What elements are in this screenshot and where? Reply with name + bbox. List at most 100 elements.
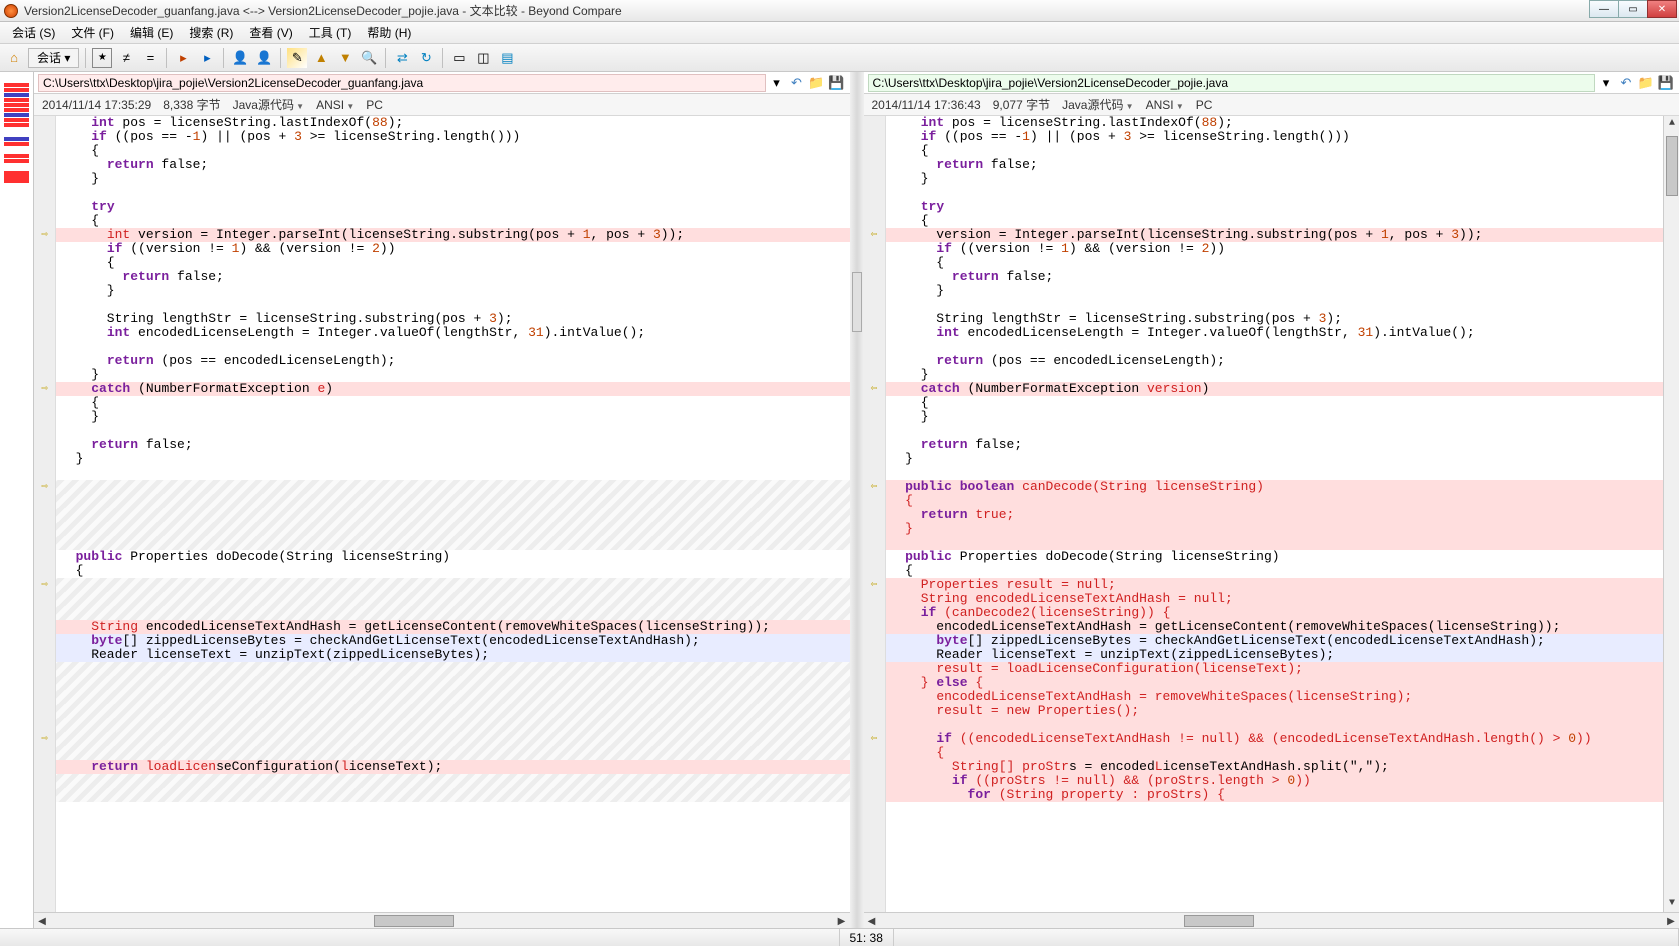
code-line[interactable]: return false; [886, 438, 1664, 452]
all-icon[interactable]: ★ [92, 48, 112, 68]
code-line[interactable] [886, 424, 1664, 438]
code-line[interactable]: Reader licenseText = unzipText(zippedLic… [886, 648, 1664, 662]
code-line[interactable] [56, 732, 850, 746]
menu-search[interactable]: 搜索 (R) [181, 24, 241, 41]
code-line[interactable] [56, 746, 850, 760]
code-line[interactable]: { [56, 564, 850, 578]
swap-icon[interactable]: ⇄ [392, 48, 412, 68]
code-line[interactable]: Reader licenseText = unzipText(zippedLic… [56, 648, 850, 662]
code-line[interactable]: { [886, 746, 1664, 760]
code-line[interactable] [56, 718, 850, 732]
left-filetype[interactable]: Java源代码 [233, 96, 305, 113]
code-line[interactable]: } [886, 172, 1664, 186]
diff-icon[interactable]: ≠ [116, 48, 136, 68]
code-line[interactable]: } [56, 284, 850, 298]
layout2-icon[interactable]: ◫ [473, 48, 493, 68]
code-line[interactable] [56, 662, 850, 676]
code-line[interactable]: String encodedLicenseTextAndHash = null; [886, 592, 1664, 606]
layout3-icon[interactable]: ▤ [497, 48, 517, 68]
home-icon[interactable]: ⌂ [4, 48, 24, 68]
code-line[interactable]: { [886, 396, 1664, 410]
right-open-icon[interactable]: ↶ [1617, 75, 1635, 91]
code-line[interactable]: { [886, 256, 1664, 270]
code-line[interactable]: } [886, 410, 1664, 424]
code-line[interactable]: return false; [56, 270, 850, 284]
splitter-grip[interactable] [852, 272, 862, 332]
code-line[interactable]: int encodedLicenseLength = Integer.value… [56, 326, 850, 340]
code-line[interactable]: return false; [56, 438, 850, 452]
code-line[interactable]: int pos = licenseString.lastIndexOf(88); [56, 116, 850, 130]
menu-view[interactable]: 查看 (V) [241, 24, 300, 41]
code-line[interactable]: } [886, 452, 1664, 466]
code-line[interactable]: return false; [56, 158, 850, 172]
code-line[interactable] [56, 536, 850, 550]
code-line[interactable]: } [56, 410, 850, 424]
left-hscroll[interactable]: ◀▶ [34, 912, 850, 928]
next-diff-icon[interactable]: ▲ [311, 48, 331, 68]
code-line[interactable] [56, 592, 850, 606]
code-line[interactable]: if ((encodedLicenseTextAndHash != null) … [886, 732, 1664, 746]
menu-session[interactable]: 会话 (S) [4, 24, 63, 41]
code-line[interactable]: { [886, 494, 1664, 508]
code-line[interactable] [886, 298, 1664, 312]
menu-edit[interactable]: 编辑 (E) [122, 24, 181, 41]
prev-diff-icon[interactable]: ▼ [335, 48, 355, 68]
code-line[interactable]: public boolean canDecode(String licenseS… [886, 480, 1664, 494]
left-save-icon[interactable]: 💾 [828, 75, 846, 91]
code-line[interactable] [56, 340, 850, 354]
code-line[interactable]: if ((pos == -1) || (pos + 3 >= licenseSt… [56, 130, 850, 144]
code-line[interactable] [56, 690, 850, 704]
code-line[interactable]: result = loadLicenseConfiguration(licens… [886, 662, 1664, 676]
code-line[interactable]: } [886, 522, 1664, 536]
code-line[interactable] [886, 466, 1664, 480]
code-line[interactable]: } [56, 172, 850, 186]
code-line[interactable] [56, 186, 850, 200]
code-line[interactable]: if ((version != 1) && (version != 2)) [886, 242, 1664, 256]
code-line[interactable]: try [886, 200, 1664, 214]
reload-icon[interactable]: ↻ [416, 48, 436, 68]
session-dropdown[interactable]: 会话 ▾ [28, 48, 79, 68]
code-line[interactable]: return false; [886, 158, 1664, 172]
code-line[interactable]: catch (NumberFormatException e) [56, 382, 850, 396]
left-open-icon[interactable]: ↶ [788, 75, 806, 91]
menu-help[interactable]: 帮助 (H) [359, 24, 419, 41]
code-line[interactable]: if ((proStrs != null) && (proStrs.length… [886, 774, 1664, 788]
right-code[interactable]: ⇦⇦⇦⇦⇦ int pos = licenseString.lastIndexO… [864, 116, 1679, 912]
code-line[interactable]: String encodedLicenseTextAndHash = getLi… [56, 620, 850, 634]
maximize-button[interactable]: ▭ [1618, 0, 1648, 18]
rules-icon[interactable]: ▸ [173, 48, 193, 68]
thumbnail-strip[interactable] [0, 72, 34, 928]
right-filetype[interactable]: Java源代码 [1062, 96, 1134, 113]
code-line[interactable] [56, 522, 850, 536]
code-line[interactable]: } [56, 368, 850, 382]
code-line[interactable]: } [56, 452, 850, 466]
code-line[interactable]: } [886, 368, 1664, 382]
code-line[interactable]: { [886, 214, 1664, 228]
minimize-button[interactable]: — [1589, 0, 1619, 18]
code-line[interactable]: for (String property : proStrs) { [886, 788, 1664, 802]
right-browse-icon[interactable]: 📁 [1637, 75, 1655, 91]
code-line[interactable]: return loadLicenseConfiguration(licenseT… [56, 760, 850, 774]
code-line[interactable] [56, 480, 850, 494]
vscrollbar[interactable]: ▲▼ [1663, 116, 1679, 912]
left-encoding[interactable]: ANSI [316, 98, 354, 112]
code-line[interactable] [56, 774, 850, 788]
right-path-input[interactable] [868, 74, 1596, 92]
code-line[interactable]: { [56, 214, 850, 228]
code-line[interactable] [886, 340, 1664, 354]
same-icon[interactable]: = [140, 48, 160, 68]
code-line[interactable] [56, 676, 850, 690]
code-line[interactable] [886, 718, 1664, 732]
code-line[interactable]: return (pos == encodedLicenseLength); [886, 354, 1664, 368]
copy-left-icon[interactable]: 👤 [230, 48, 250, 68]
code-line[interactable]: int version = Integer.parseInt(licenseSt… [56, 228, 850, 242]
code-line[interactable] [56, 606, 850, 620]
code-line[interactable] [886, 536, 1664, 550]
code-line[interactable] [56, 494, 850, 508]
code-line[interactable] [56, 704, 850, 718]
code-line[interactable] [56, 508, 850, 522]
menu-tools[interactable]: 工具 (T) [301, 24, 360, 41]
right-dropdown-icon[interactable]: ▾ [1597, 75, 1615, 91]
code-line[interactable]: if ((version != 1) && (version != 2)) [56, 242, 850, 256]
code-line[interactable]: byte[] zippedLicenseBytes = checkAndGetL… [886, 634, 1664, 648]
